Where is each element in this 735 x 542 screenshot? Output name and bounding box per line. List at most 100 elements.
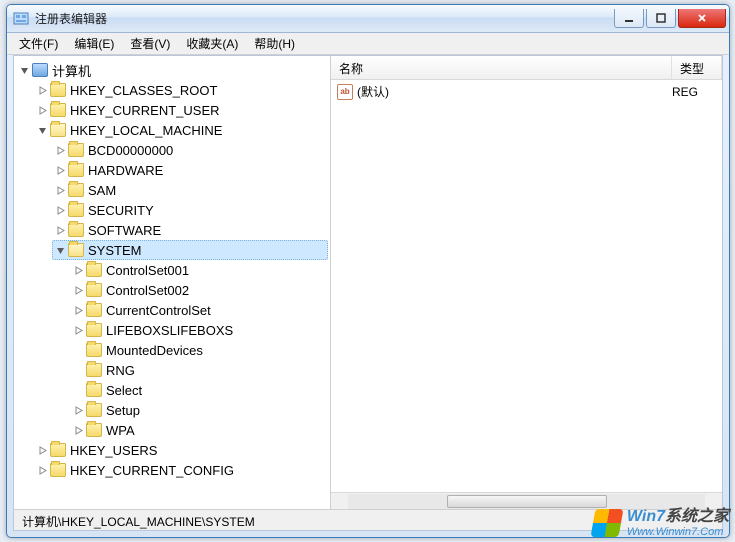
tree-key-controlset001[interactable]: ControlSet001 xyxy=(70,260,328,280)
folder-icon xyxy=(86,363,102,377)
tree-label: ControlSet002 xyxy=(106,283,189,298)
minimize-button[interactable] xyxy=(614,9,644,28)
expand-icon[interactable] xyxy=(72,404,84,416)
titlebar[interactable]: 注册表编辑器 xyxy=(7,5,729,33)
blank-expander xyxy=(72,384,84,396)
tree-label: SAM xyxy=(88,183,116,198)
expand-icon[interactable] xyxy=(72,304,84,316)
expand-icon[interactable] xyxy=(54,164,66,176)
tree-hive-hkcr[interactable]: HKEY_CLASSES_ROOT xyxy=(34,80,328,100)
tree-hive-hkcu[interactable]: HKEY_CURRENT_USER xyxy=(34,100,328,120)
folder-icon xyxy=(68,243,84,257)
tree-label: SYSTEM xyxy=(88,243,141,258)
value-row-default[interactable]: ab (默认) REG xyxy=(331,80,722,103)
tree-label: MountedDevices xyxy=(106,343,203,358)
menu-help[interactable]: 帮助(H) xyxy=(246,33,303,54)
folder-icon xyxy=(86,423,102,437)
close-button[interactable] xyxy=(678,9,726,28)
values-header[interactable]: 名称 类型 xyxy=(331,56,722,80)
menu-file[interactable]: 文件(F) xyxy=(11,33,66,54)
folder-icon xyxy=(50,83,66,97)
expand-icon[interactable] xyxy=(36,104,48,116)
expand-icon[interactable] xyxy=(72,284,84,296)
tree-hive-hku[interactable]: HKEY_USERS xyxy=(34,440,328,460)
folder-icon xyxy=(86,303,102,317)
tree-label: LIFEBOXSLIFEBOXS xyxy=(106,323,233,338)
tree-label: Setup xyxy=(106,403,140,418)
values-pane: 名称 类型 ab (默认) REG xyxy=(331,56,722,509)
tree-label: HARDWARE xyxy=(88,163,163,178)
folder-icon xyxy=(86,383,102,397)
col-name[interactable]: 名称 xyxy=(331,56,672,79)
tree-label: Select xyxy=(106,383,142,398)
tree-key-select[interactable]: Select xyxy=(70,380,328,400)
value-name: (默认) xyxy=(357,83,672,100)
expand-icon[interactable] xyxy=(54,204,66,216)
folder-icon xyxy=(50,123,66,137)
computer-icon xyxy=(32,63,48,77)
collapse-icon[interactable] xyxy=(36,124,48,136)
tree-key-controlset002[interactable]: ControlSet002 xyxy=(70,280,328,300)
tree-key-setup[interactable]: Setup xyxy=(70,400,328,420)
expand-icon[interactable] xyxy=(36,444,48,456)
tree-hive-hkcc[interactable]: HKEY_CURRENT_CONFIG xyxy=(34,460,328,480)
scroll-track[interactable] xyxy=(348,494,705,509)
tree-key-currentcontrolset[interactable]: CurrentControlSet xyxy=(70,300,328,320)
tree-label: WPA xyxy=(106,423,135,438)
horizontal-scrollbar[interactable] xyxy=(331,492,722,509)
expand-icon[interactable] xyxy=(54,144,66,156)
tree-key-rng[interactable]: RNG xyxy=(70,360,328,380)
value-type: REG xyxy=(672,85,716,99)
tree-label: SECURITY xyxy=(88,203,154,218)
scroll-thumb[interactable] xyxy=(447,495,607,508)
tree-key-sam[interactable]: SAM xyxy=(52,180,328,200)
tree-label: CurrentControlSet xyxy=(106,303,211,318)
collapse-icon[interactable] xyxy=(54,244,66,256)
blank-expander xyxy=(72,344,84,356)
tree-key-wpa[interactable]: WPA xyxy=(70,420,328,440)
folder-icon xyxy=(68,183,84,197)
blank-expander xyxy=(72,364,84,376)
expand-icon[interactable] xyxy=(36,464,48,476)
expand-icon[interactable] xyxy=(72,264,84,276)
tree-label: 计算机 xyxy=(52,61,91,80)
folder-icon xyxy=(86,283,102,297)
folder-icon xyxy=(86,323,102,337)
folder-icon xyxy=(68,203,84,217)
tree-label: RNG xyxy=(106,363,135,378)
values-list[interactable]: ab (默认) REG xyxy=(331,80,722,492)
menu-edit[interactable]: 编辑(E) xyxy=(66,33,122,54)
tree-root-computer[interactable]: 计算机 xyxy=(16,60,328,80)
tree-label: HKEY_LOCAL_MACHINE xyxy=(70,123,222,138)
app-icon xyxy=(13,11,29,27)
tree-hive-hklm[interactable]: HKEY_LOCAL_MACHINE xyxy=(34,120,328,140)
col-type[interactable]: 类型 xyxy=(672,56,722,79)
maximize-button[interactable] xyxy=(646,9,676,28)
menu-favorites[interactable]: 收藏夹(A) xyxy=(178,33,246,54)
tree-key-software[interactable]: SOFTWARE xyxy=(52,220,328,240)
expand-icon[interactable] xyxy=(72,424,84,436)
tree-key-mounteddevices[interactable]: MountedDevices xyxy=(70,340,328,360)
collapse-icon[interactable] xyxy=(18,64,30,76)
folder-icon xyxy=(86,403,102,417)
tree-key-security[interactable]: SECURITY xyxy=(52,200,328,220)
window-title: 注册表编辑器 xyxy=(35,10,107,27)
expand-icon[interactable] xyxy=(54,184,66,196)
folder-icon xyxy=(86,263,102,277)
menu-view[interactable]: 查看(V) xyxy=(122,33,178,54)
content-split: 计算机 HKEY_CLASSES_ROOT HKEY_CURRENT_USER xyxy=(13,55,723,509)
expand-icon[interactable] xyxy=(54,224,66,236)
tree-key-lifeboxs[interactable]: LIFEBOXSLIFEBOXS xyxy=(70,320,328,340)
folder-icon xyxy=(50,463,66,477)
tree-key-system[interactable]: SYSTEM xyxy=(52,240,328,260)
expand-icon[interactable] xyxy=(36,84,48,96)
menubar: 文件(F) 编辑(E) 查看(V) 收藏夹(A) 帮助(H) xyxy=(7,33,729,55)
tree-key-hardware[interactable]: HARDWARE xyxy=(52,160,328,180)
tree-pane[interactable]: 计算机 HKEY_CLASSES_ROOT HKEY_CURRENT_USER xyxy=(14,56,331,509)
tree-key-bcd[interactable]: BCD00000000 xyxy=(52,140,328,160)
tree-label: SOFTWARE xyxy=(88,223,161,238)
folder-icon xyxy=(68,223,84,237)
expand-icon[interactable] xyxy=(72,324,84,336)
string-value-icon: ab xyxy=(337,84,353,100)
window-buttons xyxy=(614,9,726,28)
